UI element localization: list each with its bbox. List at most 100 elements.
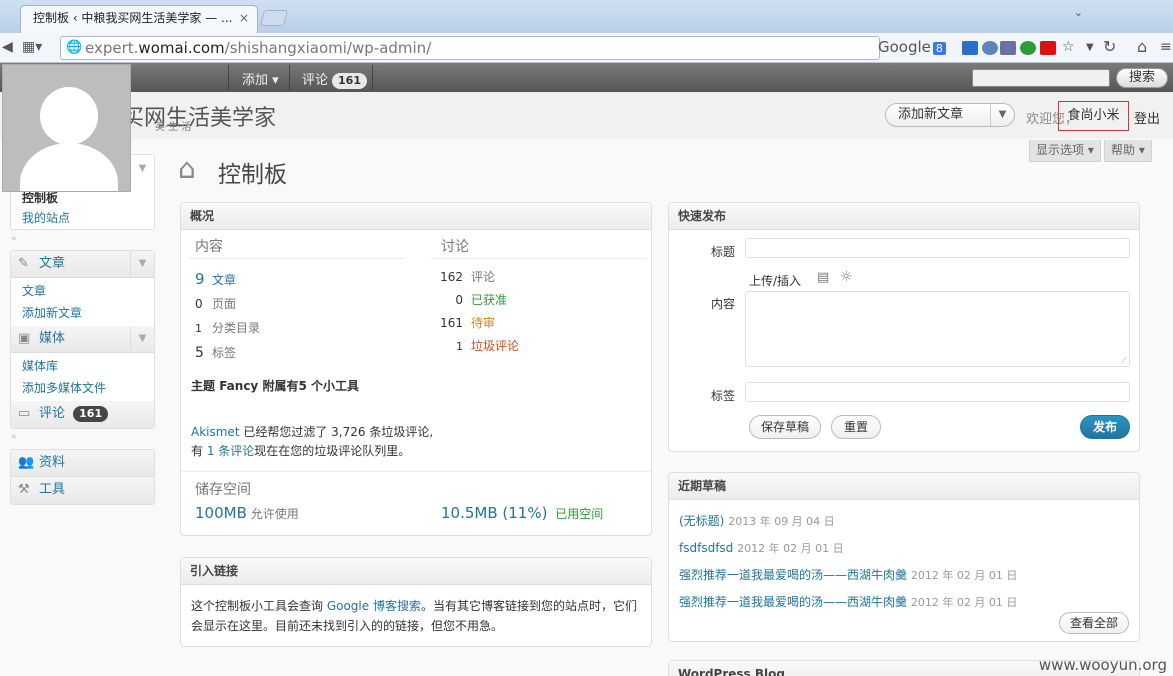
sidebar-item-comments[interactable]: ▭ 评论 161 (11, 401, 154, 428)
stat-posts[interactable]: 9 文章 (195, 267, 260, 292)
chevron-down-icon[interactable]: ▼ (990, 104, 1014, 126)
draft-link[interactable]: 强烈推荐一道我最爱喝的汤——西湖牛肉羹 (679, 568, 907, 582)
storage-used: 10.5MB (11%) 已用空间 (441, 504, 604, 522)
screen-options-tab[interactable]: 显示选项 ▾ (1029, 140, 1101, 162)
stat-spam[interactable]: 1 垃圾评论 (431, 335, 519, 358)
admin-bar-add[interactable]: 添加 ▾ (242, 69, 279, 88)
stat-pending[interactable]: 161 待审 (431, 312, 519, 335)
sidebar-item-my-sites[interactable]: 我的站点 (11, 205, 70, 231)
extension-icon[interactable] (962, 41, 978, 55)
username-link[interactable]: 食尚小米 (1058, 101, 1129, 131)
sidebar-item-profile[interactable]: 👥 资料 (11, 450, 154, 477)
admin-bar-comments[interactable]: 评论 161 (302, 69, 367, 89)
url-path: /shishangxiaomi/wp-admin/ (224, 39, 432, 57)
publish-button[interactable]: 发布 (1080, 415, 1130, 439)
admin-bar-comments-label: 评论 (302, 73, 329, 88)
reset-button[interactable]: 重置 (831, 415, 881, 439)
tags-input[interactable] (745, 382, 1130, 402)
reload-icon[interactable]: ↻ (1103, 37, 1116, 56)
draft-link[interactable]: (无标题) (679, 514, 724, 528)
sidebar-item-add-post[interactable]: 添加新文章 (22, 302, 154, 324)
sidebar-item-media[interactable]: ▣ 媒体 ▼ (11, 326, 154, 353)
chevron-down-icon[interactable]: ▼ (130, 155, 154, 183)
watermark: www.wooyun.org (1038, 656, 1167, 674)
window-menu-icon[interactable]: ⌄ (1074, 6, 1083, 19)
sidebar-item-add-media[interactable]: 添加多媒体文件 (22, 377, 154, 399)
chevron-down-icon[interactable]: ▼ (130, 326, 154, 352)
site-title[interactable]: 买网生活美学家 (122, 100, 276, 132)
php-icon[interactable] (1000, 41, 1016, 55)
incoming-links-panel: 引入链接 这个控制板小工具会查询 Google 博客搜索。当有其它博客链接到您的… (180, 557, 652, 647)
title-input[interactable] (745, 238, 1130, 258)
admin-search-input[interactable] (972, 69, 1110, 87)
resize-handle-icon[interactable]: ⟋ (1121, 356, 1127, 366)
posts-menu: ✎ 文章 ▼ 文章 添加新文章 ▣ 媒体 ▼ 媒体库 添加多媒体文件 ▭ 评论 … (10, 250, 155, 429)
search-engine-badge: 8 (932, 42, 946, 55)
media-icon: ▣ (18, 331, 31, 346)
storage-heading: 储存空间 (195, 482, 251, 498)
new-tab-button[interactable] (259, 10, 289, 26)
avatar-body (20, 143, 118, 191)
favorite-actions-dropdown[interactable]: 添加新文章 ▼ (885, 103, 1015, 127)
search-engine[interactable]: Google 8 (878, 38, 946, 56)
menu-separator: « (11, 432, 17, 442)
apps-icon[interactable]: ▦▾ (22, 39, 42, 55)
content-textarea[interactable]: ⟋ (745, 291, 1130, 367)
stat-tags[interactable]: 5 标签 (195, 341, 260, 365)
users-menu: 👥 资料 ⚒ 工具 (10, 449, 155, 505)
stat-categories[interactable]: 1 分类目录 (195, 316, 260, 341)
address-bar[interactable]: 🌐 expert.womai.com/shishangxiaomi/wp-adm… (60, 36, 880, 60)
gear-icon[interactable]: ☼ (840, 269, 853, 285)
akismet-link[interactable]: Akismet (191, 425, 240, 439)
sidebar-item-posts[interactable]: ✎ 文章 ▼ (11, 251, 154, 278)
logout-link[interactable]: 登出 (1134, 108, 1160, 127)
panel-title[interactable]: 近期草稿 (669, 473, 1139, 500)
menu-icon[interactable]: ≡ (1160, 39, 1172, 55)
title-label: 标题 (711, 245, 736, 259)
media-icon[interactable]: ▤ (817, 270, 829, 285)
view-all-button[interactable]: 查看全部 (1059, 612, 1129, 634)
divider (431, 258, 646, 259)
tab-close-icon[interactable]: × (239, 6, 249, 30)
save-draft-button[interactable]: 保存草稿 (749, 415, 821, 439)
extension-green-icon[interactable] (1020, 41, 1036, 55)
sidebar-item-tools[interactable]: ⚒ 工具 (11, 477, 154, 504)
sidebar-item-all-posts[interactable]: 文章 (22, 280, 154, 302)
list-item: 强烈推荐一道我最爱喝的汤——西湖牛肉羹 2012 年 02 月 01 日 (679, 595, 1018, 609)
divider (189, 258, 404, 259)
spam-queue-link[interactable]: 1 条评论 (207, 444, 254, 458)
stat-comments[interactable]: 162 评论 (431, 266, 519, 289)
upload-insert-label: 上传/插入 (749, 274, 802, 288)
help-tab[interactable]: 帮助 ▾ (1104, 140, 1152, 162)
chevron-down-icon[interactable]: ▼ (130, 251, 154, 277)
screen-options-label: 显示选项 (1036, 143, 1085, 157)
divider (289, 65, 290, 90)
panel-title[interactable]: 引入链接 (181, 558, 651, 585)
back-icon[interactable]: ◀ (2, 39, 13, 55)
theme-name: Fancy (219, 379, 259, 393)
panel-title[interactable]: 快速发布 (669, 203, 1139, 230)
bookmark-star-icon[interactable]: ☆ (1062, 39, 1075, 55)
wordpress-icon[interactable] (982, 41, 998, 55)
chevron-down-icon[interactable]: ▼ (1086, 42, 1094, 53)
browser-tab[interactable]: 控制板 ‹ 中粮我买网生活美学家 — ... × (20, 5, 258, 33)
content-heading: 内容 (195, 239, 223, 255)
discussion-heading: 讨论 (441, 239, 469, 255)
sidebar-item-media-library[interactable]: 媒体库 (22, 355, 154, 377)
stat-approved[interactable]: 0 已获准 (431, 289, 519, 312)
comments-count-badge: 161 (332, 73, 367, 89)
stat-pages[interactable]: 0 页面 (195, 292, 260, 316)
search-engine-label: Google (878, 38, 931, 56)
flag-icon[interactable] (1040, 41, 1056, 55)
url-domain: womai.com (138, 39, 225, 57)
draft-link[interactable]: 强烈推荐一道我最爱喝的汤——西湖牛肉羹 (679, 595, 907, 609)
draft-link[interactable]: fsdfsdfsd (679, 541, 733, 555)
google-blog-search-link[interactable]: Google 博客搜索 (327, 599, 421, 613)
panel-title[interactable]: 概况 (181, 203, 651, 230)
admin-search-button[interactable]: 搜索 (1116, 68, 1168, 88)
favorite-action-label: 添加新文章 (898, 107, 964, 122)
home-icon: ⌂ (178, 152, 196, 185)
widgets-link[interactable]: 5 个小工具 (298, 379, 359, 393)
home-icon[interactable]: ⌂ (1137, 37, 1147, 56)
users-icon: 👥 (18, 455, 35, 470)
